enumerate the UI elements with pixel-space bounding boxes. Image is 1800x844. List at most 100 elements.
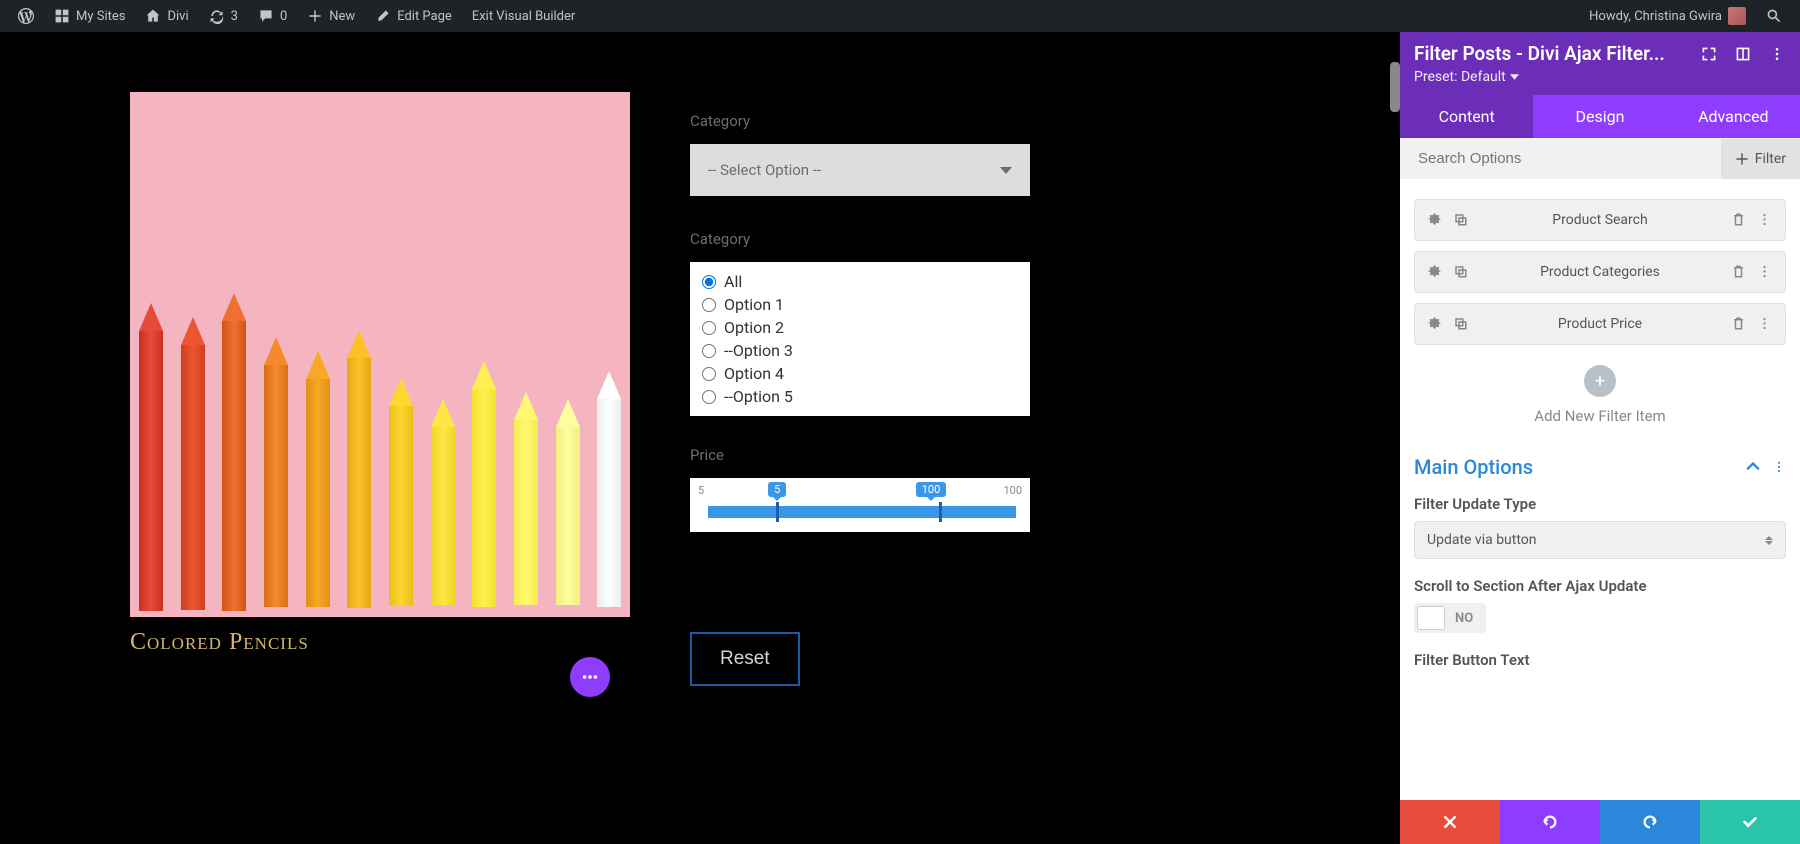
save-button[interactable] <box>1700 800 1800 844</box>
exit-vb-label: Exit Visual Builder <box>472 9 575 24</box>
gear-icon[interactable] <box>1427 316 1443 332</box>
scrollbar-thumb[interactable] <box>1390 62 1400 112</box>
more-icon[interactable] <box>1757 212 1773 228</box>
scroll-section-label: Scroll to Section After Ajax Update <box>1414 577 1786 595</box>
new-label: New <box>329 9 355 24</box>
radio-option[interactable]: All <box>702 270 1018 293</box>
redo-button[interactable] <box>1600 800 1700 844</box>
comment-icon <box>258 8 274 24</box>
search-toggle[interactable] <box>1756 0 1792 32</box>
filter-update-type-select[interactable]: Update via button <box>1414 521 1786 559</box>
toggle-knob <box>1417 606 1445 630</box>
add-filter-item-label: Add New Filter Item <box>1414 407 1786 425</box>
trash-icon[interactable] <box>1731 264 1747 280</box>
radio-input[interactable] <box>702 275 716 289</box>
select-placeholder: -- Select Option -- <box>708 161 821 179</box>
category-label-1: Category <box>690 112 1030 130</box>
scroll-toggle[interactable]: NO <box>1414 603 1486 633</box>
more-icon[interactable] <box>1757 316 1773 332</box>
tab-content[interactable]: Content <box>1400 95 1533 138</box>
wp-logo[interactable] <box>8 0 44 32</box>
more-icon[interactable] <box>1768 45 1786 63</box>
sites-icon <box>54 8 70 24</box>
updates-count: 3 <box>231 9 238 24</box>
edit-page-menu[interactable]: Edit Page <box>365 0 462 32</box>
module-settings-panel: Filter Posts - Divi Ajax Filter... Prese… <box>1400 32 1800 844</box>
duplicate-icon[interactable] <box>1453 264 1469 280</box>
plus-icon <box>307 8 323 24</box>
price-high-bubble: 100 <box>916 482 947 497</box>
duplicate-icon[interactable] <box>1453 212 1469 228</box>
edit-page-label: Edit Page <box>397 9 452 24</box>
site-menu[interactable]: Divi <box>135 0 198 32</box>
filter-item[interactable]: Product Price <box>1414 303 1786 345</box>
price-slider[interactable]: 5 5 100 100 <box>690 478 1030 532</box>
chevron-down-icon <box>1000 167 1012 174</box>
slider-handle-high[interactable] <box>939 502 942 522</box>
comments-count: 0 <box>280 9 287 24</box>
add-filter-button[interactable]: Filter <box>1721 139 1800 179</box>
pencil-icon <box>375 8 391 24</box>
settings-tabs: Content Design Advanced <box>1400 95 1800 138</box>
radio-option[interactable]: Option 2 <box>702 316 1018 339</box>
radio-input[interactable] <box>702 321 716 335</box>
updates-menu[interactable]: 3 <box>199 0 248 32</box>
new-menu[interactable]: New <box>297 0 365 32</box>
radio-option[interactable]: Option 4 <box>702 362 1018 385</box>
slider-handle-low[interactable] <box>776 502 779 522</box>
more-icon[interactable] <box>1772 460 1786 474</box>
slider-track[interactable] <box>708 506 1016 518</box>
search-options-input[interactable] <box>1400 138 1721 179</box>
filter-item[interactable]: Product Categories <box>1414 251 1786 293</box>
tab-design[interactable]: Design <box>1533 95 1666 138</box>
reset-button[interactable]: Reset <box>690 632 800 686</box>
site-label: Divi <box>167 9 188 24</box>
tab-advanced[interactable]: Advanced <box>1667 95 1800 138</box>
price-low-bubble: 5 <box>768 482 786 497</box>
search-icon <box>1766 8 1782 24</box>
main-options-toggle[interactable]: Main Options <box>1414 455 1786 479</box>
category-radio-group: All Option 1 Option 2 --Option 3 Option … <box>690 262 1030 416</box>
page-canvas: .pencil:nth-child(1)::before{border-bott… <box>0 32 1400 844</box>
greeting-text: Howdy, Christina Gwira <box>1589 9 1722 24</box>
exit-visual-builder[interactable]: Exit Visual Builder <box>462 0 585 32</box>
price-label: Price <box>690 446 1030 464</box>
gear-icon[interactable] <box>1427 212 1443 228</box>
radio-input[interactable] <box>702 367 716 381</box>
filter-item[interactable]: Product Search <box>1414 199 1786 241</box>
layout-icon[interactable] <box>1734 45 1752 63</box>
trash-icon[interactable] <box>1731 316 1747 332</box>
radio-option[interactable]: --Option 3 <box>702 339 1018 362</box>
wp-admin-bar: My Sites Divi 3 0 New Edit Page Exit Vis… <box>0 0 1800 32</box>
undo-button[interactable] <box>1500 800 1600 844</box>
comments-menu[interactable]: 0 <box>248 0 297 32</box>
trash-icon[interactable] <box>1731 212 1747 228</box>
radio-input[interactable] <box>702 390 716 404</box>
radio-input[interactable] <box>702 344 716 358</box>
category-label-2: Category <box>690 230 1030 248</box>
duplicate-icon[interactable] <box>1453 316 1469 332</box>
user-menu[interactable]: Howdy, Christina Gwira <box>1579 0 1756 32</box>
radio-option[interactable]: --Option 5 <box>702 385 1018 408</box>
discard-button[interactable] <box>1400 800 1500 844</box>
radio-option[interactable]: Option 1 <box>702 293 1018 316</box>
more-icon[interactable] <box>1757 264 1773 280</box>
gear-icon[interactable] <box>1427 264 1443 280</box>
product-image: .pencil:nth-child(1)::before{border-bott… <box>130 92 630 617</box>
filter-button-text-label: Filter Button Text <box>1414 651 1786 669</box>
my-sites-menu[interactable]: My Sites <box>44 0 135 32</box>
preset-selector[interactable]: Preset: Default <box>1414 69 1786 85</box>
expand-icon[interactable] <box>1700 45 1718 63</box>
wordpress-icon <box>18 8 34 24</box>
my-sites-label: My Sites <box>76 9 125 24</box>
category-select[interactable]: -- Select Option -- <box>690 144 1030 196</box>
sort-icon <box>1765 536 1773 545</box>
add-filter-item-button[interactable]: + <box>1584 365 1616 397</box>
product-title: Colored Pencils <box>130 629 630 656</box>
radio-input[interactable] <box>702 298 716 312</box>
filter-update-type-label: Filter Update Type <box>1414 495 1786 513</box>
toggle-no-label: NO <box>1445 611 1483 626</box>
panel-footer <box>1400 800 1800 844</box>
module-options-fab[interactable] <box>570 657 610 697</box>
chevron-up-icon <box>1746 462 1760 472</box>
